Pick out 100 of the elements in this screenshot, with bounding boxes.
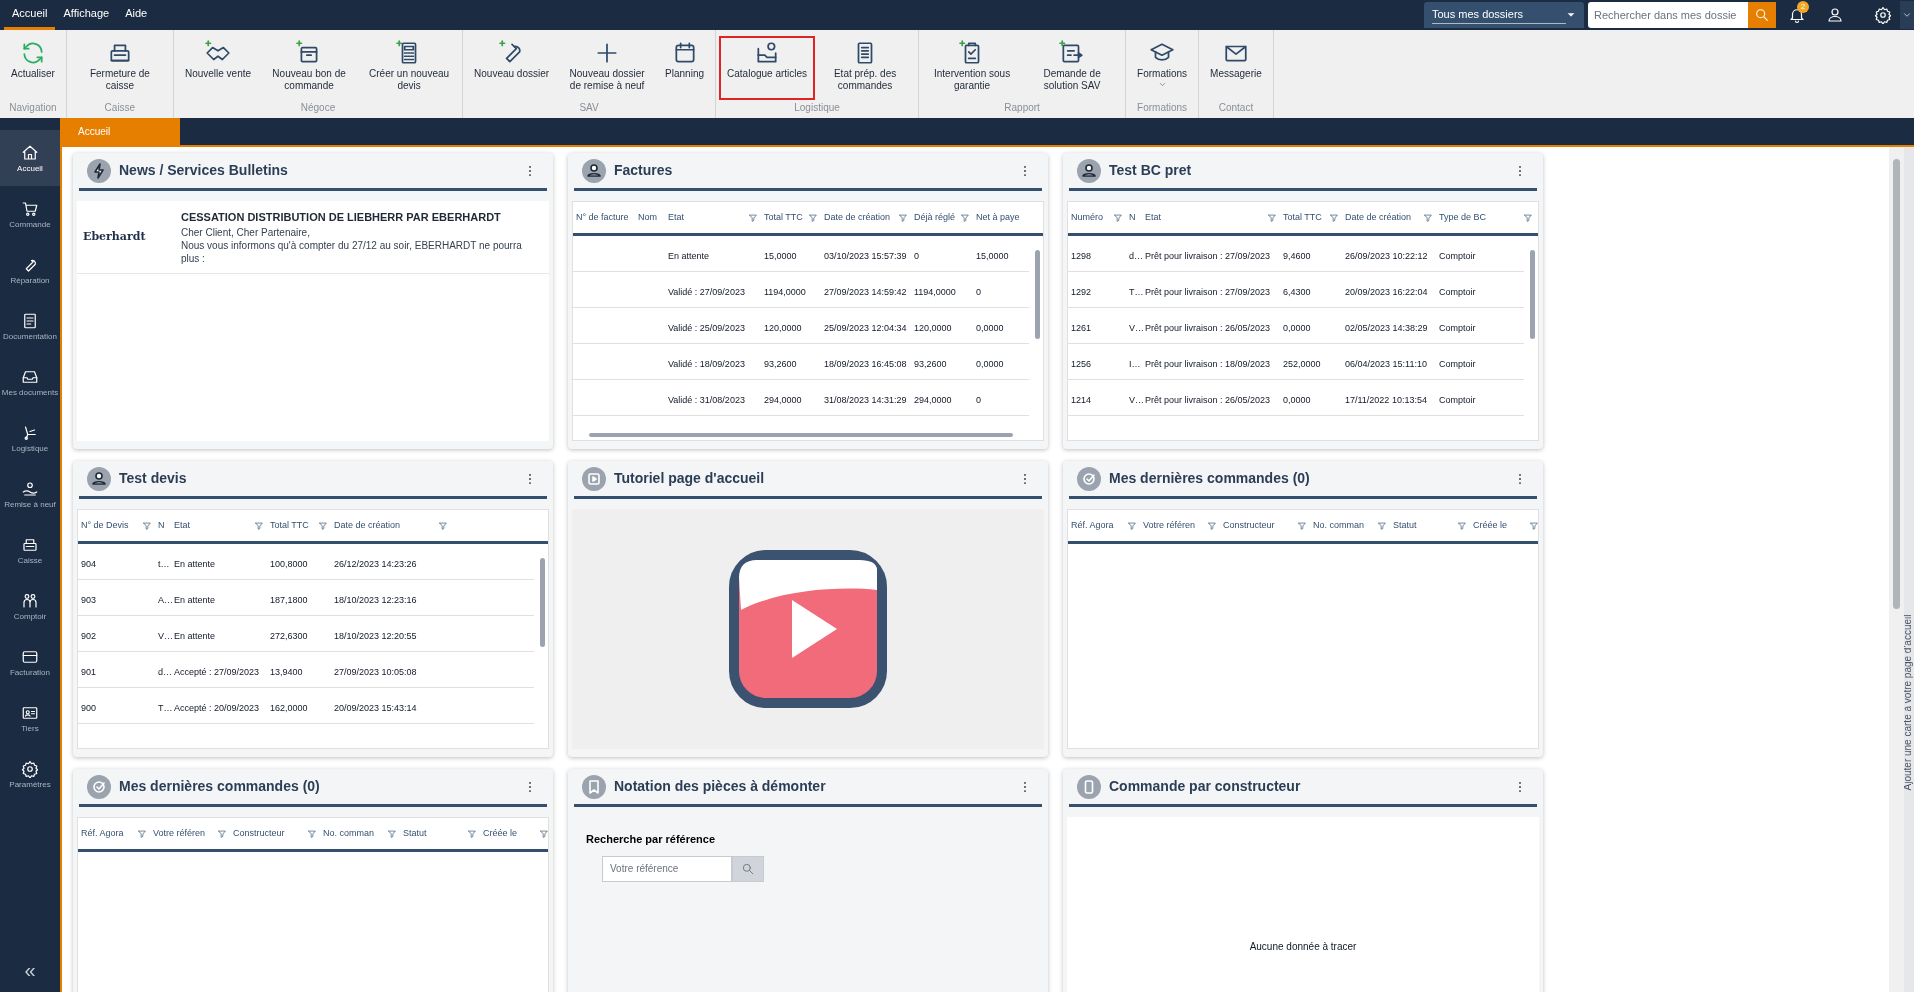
table-cell: t…	[158, 558, 170, 569]
table-cell: V…	[158, 630, 173, 641]
sidebar-item[interactable]: Tiers	[0, 690, 60, 746]
sidebar-item[interactable]: Comptoir	[0, 578, 60, 634]
ribbon-button[interactable]: Demande de solution SAV	[1022, 36, 1123, 100]
column-header[interactable]: Statut	[1393, 518, 1457, 533]
column-header[interactable]: Date de création	[1345, 210, 1423, 225]
column-header[interactable]: N° de Devis	[81, 518, 142, 533]
person-icon	[87, 466, 111, 491]
ribbon-button[interactable]: Intervention sous garantie	[922, 36, 1023, 100]
column-header[interactable]: Nom	[638, 210, 662, 225]
home-icon	[21, 143, 39, 162]
table-cell: 93,2600	[764, 358, 797, 369]
folder-dropdown[interactable]: Tous mes dossiers	[1424, 2, 1584, 28]
search-button[interactable]	[1748, 2, 1776, 28]
column-header[interactable]: Etat	[668, 210, 748, 225]
horizontal-scrollbar[interactable]	[589, 433, 1013, 437]
filter-icon	[137, 828, 147, 839]
column-header[interactable]: N° de facture	[576, 210, 632, 225]
check-circle-icon	[1077, 466, 1101, 491]
column-header[interactable]: Date de création	[824, 210, 898, 225]
person-icon	[582, 158, 606, 183]
table-cell: 1194,0000	[914, 286, 956, 297]
table-cell: En attente	[174, 594, 216, 605]
column-header[interactable]: Votre référen	[1143, 518, 1207, 533]
table-cell: 1256	[1071, 358, 1092, 369]
ribbon-button[interactable]: Fermeture de caisse	[69, 36, 170, 100]
filter-icon	[438, 520, 448, 531]
sidebar-item[interactable]: Remise à neuf	[0, 466, 60, 522]
people-icon	[21, 591, 39, 610]
sidebar-item[interactable]: Caisse	[0, 522, 60, 578]
column-header[interactable]: Total TTC	[764, 210, 808, 225]
column-header[interactable]: Créée le	[1473, 518, 1529, 533]
menu-item[interactable]: Affichage	[55, 0, 118, 30]
collapse-button[interactable]: «	[0, 952, 60, 988]
column-header[interactable]: Réf. Agora	[81, 826, 137, 841]
sidebar-item[interactable]: Documentation	[0, 298, 60, 354]
table-cell: 9,4600	[1283, 250, 1311, 261]
sidebar-item[interactable]: Réparation	[0, 242, 60, 298]
video-play-icon[interactable]	[729, 550, 887, 708]
check-circle-icon	[87, 774, 111, 799]
menu-item[interactable]: Aide	[117, 0, 156, 30]
column-header[interactable]: Net à paye	[976, 210, 1032, 225]
ribbon-button[interactable]: Etat prép. des commandes	[815, 36, 916, 100]
column-header[interactable]: Votre référen	[153, 826, 217, 841]
ribbon-button[interactable]: Formations	[1129, 36, 1196, 100]
ribbon-button[interactable]: Messagerie	[1202, 36, 1270, 100]
filter-icon	[307, 828, 317, 839]
reference-field[interactable]: Votre référence	[602, 855, 732, 882]
bolt-icon	[87, 158, 111, 183]
column-header[interactable]: Etat	[174, 518, 254, 533]
ribbon-button[interactable]: Créer un nouveau devis	[359, 36, 460, 100]
column-header[interactable]: Constructeur	[233, 826, 307, 841]
ribbon-button[interactable]: Actualiser	[3, 36, 63, 100]
column-header[interactable]: N	[1129, 210, 1139, 225]
chevron-down-icon	[1902, 10, 1912, 20]
column-header[interactable]: Etat	[1145, 210, 1267, 225]
ribbon-group-label: Logistique	[793, 101, 841, 115]
search-field[interactable]: Rechercher dans mes dossie	[1588, 2, 1748, 28]
column-header[interactable]: Date de création	[334, 518, 438, 533]
sidebar-item[interactable]: Paramètres	[0, 746, 60, 802]
column-header[interactable]: Créée le	[483, 826, 539, 841]
table-cell: Validé : 18/09/2023	[668, 358, 745, 369]
column-header[interactable]: Total TTC	[1283, 210, 1329, 225]
column-header[interactable]: N	[158, 518, 168, 533]
column-header[interactable]: No. comman	[1313, 518, 1377, 533]
table-cell: Prêt pour livraison : 18/09/2023	[1145, 358, 1271, 369]
sidebar-item[interactable]: Accueil	[0, 130, 60, 186]
table-cell: 15,0000	[976, 250, 1009, 261]
sidebar-item[interactable]: Commande	[0, 186, 60, 242]
sidebar-item[interactable]: Logistique	[0, 410, 60, 466]
ribbon-button[interactable]: Catalogue articles	[719, 36, 816, 100]
vertical-scrollbar[interactable]	[1889, 147, 1904, 992]
filter-icon	[1457, 520, 1467, 531]
filter-icon	[1529, 520, 1538, 531]
filter-icon	[1523, 212, 1533, 223]
table-cell: 0,0000	[1283, 394, 1311, 405]
column-header[interactable]: Type de BC	[1439, 210, 1523, 225]
column-header[interactable]: No. comman	[323, 826, 387, 841]
filter-icon	[898, 212, 908, 223]
table-cell: 0	[914, 250, 919, 261]
ribbon-button[interactable]: Nouvelle vente	[176, 36, 260, 100]
table-cell: 294,0000	[914, 394, 952, 405]
column-header[interactable]: Numéro	[1071, 210, 1113, 225]
ribbon-button[interactable]: Nouveau bon de commande	[259, 36, 360, 100]
search-button[interactable]	[732, 855, 764, 882]
ribbon-button[interactable]: Nouveau dossier de remise à neuf	[557, 36, 658, 100]
ribbon-button[interactable]: Nouveau dossier	[466, 36, 558, 100]
column-header[interactable]: Déjà réglé	[914, 210, 960, 225]
table-cell: 17/11/2022 10:13:54	[1345, 394, 1427, 405]
ribbon-button[interactable]: Planning	[657, 36, 713, 100]
column-header[interactable]: Réf. Agora	[1071, 518, 1127, 533]
column-header[interactable]: Constructeur	[1223, 518, 1297, 533]
sidebar-item[interactable]: Mes documents	[0, 354, 60, 410]
sidebar-item[interactable]: Facturation	[0, 634, 60, 690]
column-header[interactable]: Statut	[403, 826, 467, 841]
table-cell: Validé : 31/08/2023	[668, 394, 745, 405]
column-header[interactable]: Total TTC	[270, 518, 318, 533]
table-cell: V…	[1129, 322, 1144, 333]
table-cell: d…	[158, 666, 172, 677]
